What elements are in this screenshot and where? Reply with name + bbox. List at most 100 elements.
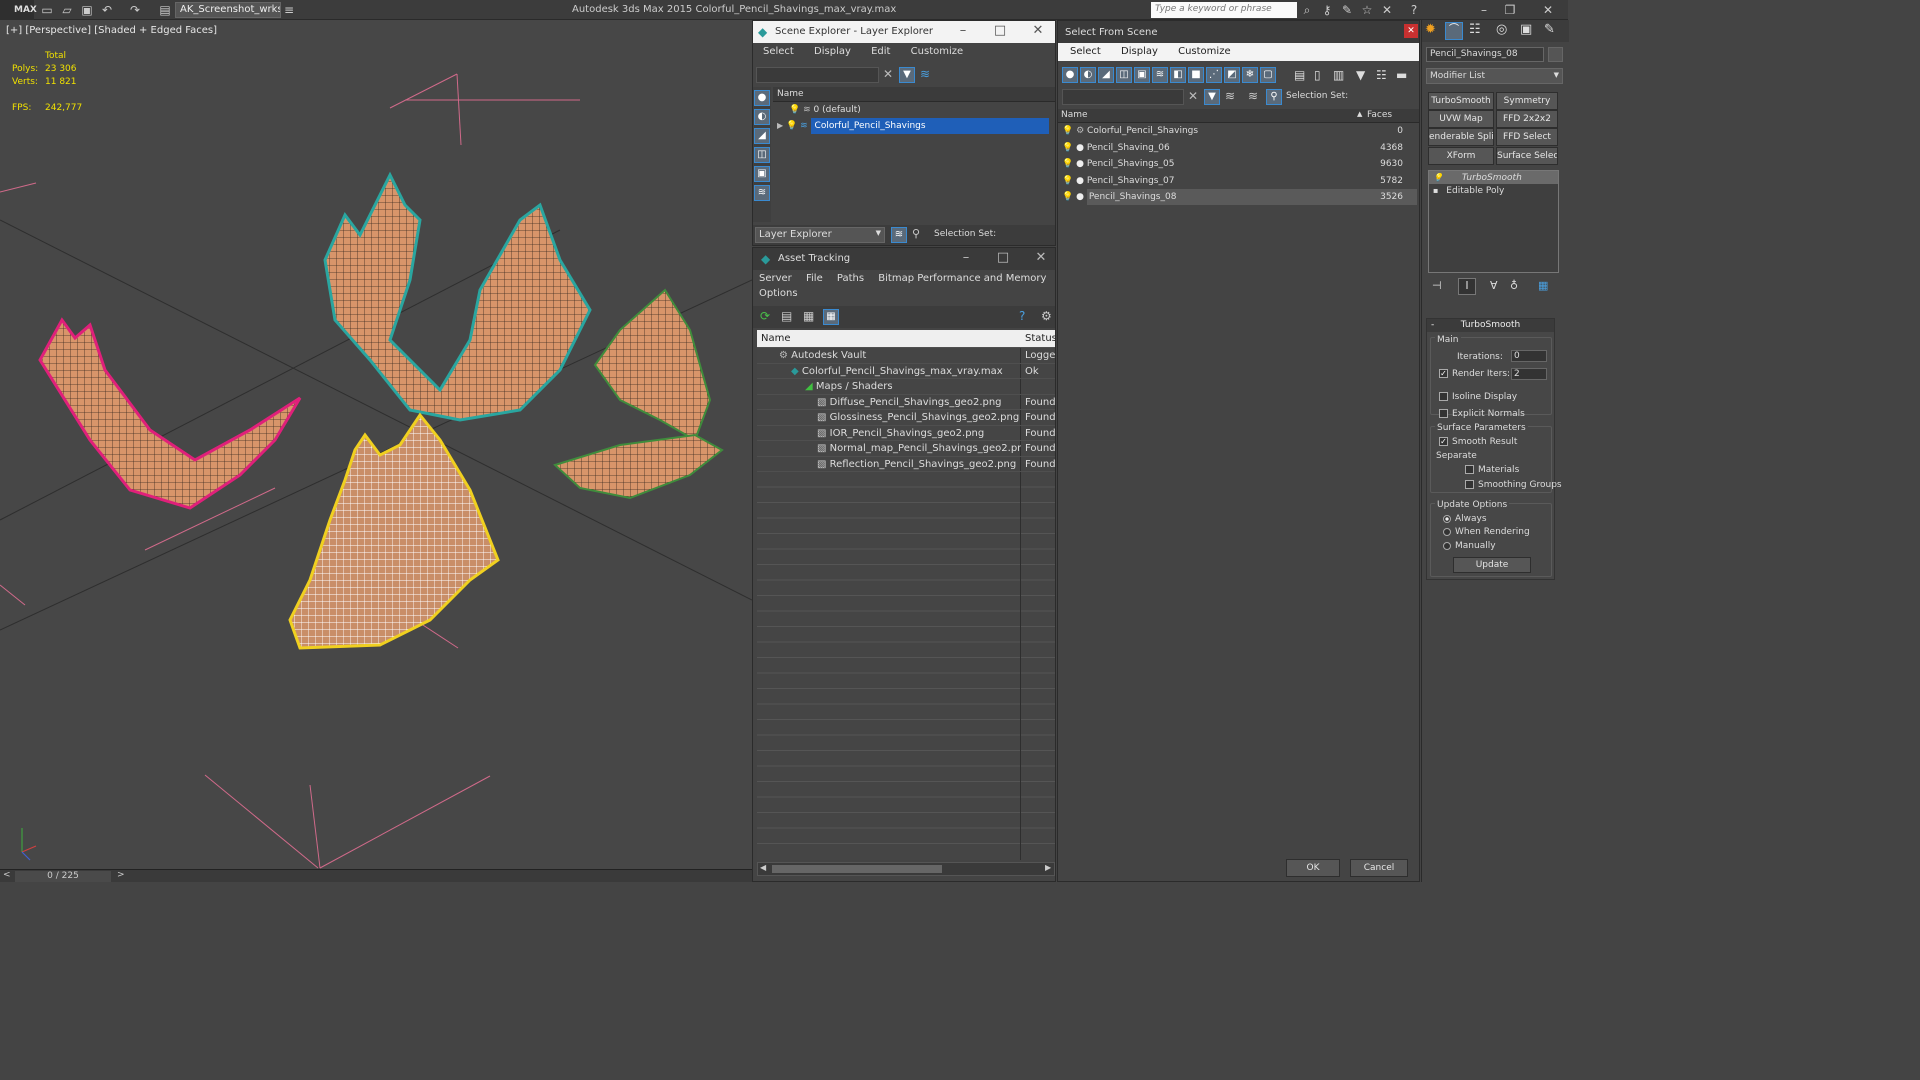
settings-icon[interactable]: ⚙	[1041, 309, 1052, 323]
make-unique-icon[interactable]: ∀	[1490, 279, 1498, 292]
create-tab-icon[interactable]: ✹	[1425, 22, 1436, 37]
object-row[interactable]: 💡 ● Pencil_Shavings_08 3526	[1058, 189, 1419, 206]
help-icon[interactable]: ?	[1019, 309, 1025, 323]
ok-button[interactable]: OK	[1286, 859, 1340, 877]
object-row[interactable]: 💡 ● Pencil_Shavings_07 5782	[1058, 173, 1419, 190]
binoculars-icon[interactable]: ⌕	[1299, 3, 1315, 17]
sort-ascending-icon[interactable]: ▲	[1357, 110, 1362, 118]
when-rendering-radio[interactable]	[1443, 527, 1451, 536]
menu-select[interactable]: Select	[763, 46, 794, 57]
frame-indicator[interactable]: 0 / 225	[15, 871, 111, 882]
light-bulb-icon[interactable]: 💡	[1062, 126, 1073, 136]
xform-button[interactable]: XForm	[1428, 147, 1494, 165]
close-icon[interactable]: ✕	[1028, 23, 1048, 38]
materials-checkbox[interactable]	[1465, 465, 1474, 474]
scene-explorer-search[interactable]	[756, 67, 879, 83]
turbosmooth-button[interactable]: TurboSmooth	[1428, 92, 1494, 110]
utilities-tab-icon[interactable]: ✎	[1544, 22, 1555, 37]
menu-file[interactable]: File	[806, 273, 823, 284]
light-bulb-icon[interactable]: 💡	[786, 121, 797, 131]
symmetry-button[interactable]: Symmetry	[1496, 92, 1558, 110]
show-end-result-icon[interactable]: Ⅰ	[1458, 278, 1476, 295]
thumbnail-icon[interactable]: ▦	[803, 309, 814, 323]
layer-icon[interactable]: ≋	[1225, 89, 1235, 103]
collapse-icon[interactable]: -	[1431, 319, 1434, 332]
object-row[interactable]: 💡 ● Pencil_Shavings_05 9630	[1058, 156, 1419, 173]
iterations-spinner[interactable]: 0	[1511, 350, 1547, 362]
maximize-icon[interactable]: □	[993, 250, 1013, 265]
menu-display[interactable]: Display	[1121, 46, 1158, 57]
motion-tab-icon[interactable]: ◎	[1496, 22, 1507, 37]
object-row[interactable]: 💡 ⚙ Colorful_Pencil_Shavings 0	[1058, 123, 1419, 140]
tools-icon[interactable]: ✎	[1339, 3, 1355, 17]
clear-search-icon[interactable]: ✕	[883, 67, 893, 81]
table-row[interactable]: ⚙ Autodesk Vault Logged	[757, 348, 1055, 364]
column-name-header[interactable]: Name	[1061, 110, 1088, 120]
smoothing-groups-checkbox[interactable]	[1465, 480, 1474, 489]
layer-list-header[interactable]: Name	[773, 87, 1055, 102]
scroll-left-icon[interactable]: ◀	[760, 863, 766, 872]
menu-display[interactable]: Display	[814, 46, 851, 57]
cancel-button[interactable]: Cancel	[1350, 859, 1408, 877]
display-tab-icon[interactable]: ▣	[1520, 22, 1532, 37]
filter-icon[interactable]: ▼	[1204, 89, 1220, 105]
table-view-icon[interactable]: ▦	[823, 309, 839, 325]
stack-item-editable-poly[interactable]: ▪ Editable Poly	[1429, 184, 1558, 197]
collapse-icon[interactable]: ▬	[1396, 68, 1407, 82]
display-groups-icon[interactable]: ◧	[1170, 67, 1186, 83]
display-helpers-icon[interactable]: ▣	[1134, 67, 1150, 83]
hierarchy-icon[interactable]: ⚲	[912, 227, 920, 240]
x-tool-icon[interactable]: ✕	[1379, 3, 1395, 17]
display-xrefs-icon[interactable]: ■	[1188, 67, 1204, 83]
display-cameras-icon[interactable]: ◫	[1116, 67, 1132, 83]
display-shapes-icon[interactable]: ◢	[754, 128, 770, 144]
light-bulb-icon[interactable]: 💡	[789, 105, 800, 115]
ffd-2x2x2-button[interactable]: FFD 2x2x2	[1496, 110, 1558, 128]
object-row[interactable]: 💡 ● Pencil_Shaving_06 4368	[1058, 140, 1419, 157]
surface-select-button[interactable]: Surface Select	[1496, 147, 1558, 165]
table-row[interactable]: ▧ Glossiness_Pencil_Shavings_geo2.png Fou…	[757, 410, 1055, 426]
select-from-scene-titlebar[interactable]: Select From Scene ✕	[1058, 21, 1419, 43]
list-view-icon[interactable]: ▤	[781, 309, 792, 323]
filter-icon[interactable]: ▼	[899, 67, 915, 83]
object-name-field[interactable]: Pencil_Shavings_08	[1426, 47, 1544, 62]
prev-frame-button[interactable]: <	[3, 870, 11, 880]
menu-paths[interactable]: Paths	[837, 273, 864, 284]
project-icon[interactable]: ▤	[158, 3, 172, 17]
table-row[interactable]: ▧ IOR_Pencil_Shavings_geo2.png Found	[757, 426, 1055, 441]
save-icon[interactable]: ▣	[80, 3, 94, 17]
display-spacewarps-icon[interactable]: ≋	[1152, 67, 1168, 83]
restore-icon[interactable]: ❐	[1502, 3, 1518, 17]
modify-tab-icon[interactable]: ⌒	[1445, 22, 1463, 40]
menu-server[interactable]: Server	[759, 273, 792, 284]
menu-select[interactable]: Select	[1070, 46, 1101, 57]
select-invert-icon[interactable]: ▥	[1333, 68, 1344, 82]
smooth-result-checkbox[interactable]: ✓	[1439, 437, 1448, 446]
layer-mode-icon[interactable]: ≋	[891, 227, 907, 243]
horizontal-scrollbar[interactable]: ◀ ▶	[757, 862, 1055, 876]
light-bulb-icon[interactable]: 💡	[1062, 143, 1073, 153]
open-file-icon[interactable]: ▱	[60, 3, 74, 17]
manually-radio[interactable]	[1443, 541, 1451, 550]
scene-explorer-titlebar[interactable]: ◆ Scene Explorer - Layer Explorer – □ ✕	[753, 21, 1055, 43]
remove-modifier-icon[interactable]: ♁	[1510, 279, 1518, 292]
explicit-normals-checkbox[interactable]	[1439, 409, 1448, 418]
expand-arrow-icon[interactable]: ▶	[777, 121, 783, 130]
layers-icon[interactable]: ≋	[920, 67, 930, 81]
render-iters-spinner[interactable]: 2	[1511, 368, 1547, 380]
renderable-spline-button[interactable]: enderable Splin	[1428, 128, 1494, 146]
next-frame-button[interactable]: >	[117, 870, 125, 880]
column-name-header[interactable]: Name	[757, 330, 1021, 348]
find-input[interactable]	[1062, 89, 1184, 105]
update-button[interactable]: Update	[1453, 557, 1531, 573]
layer-mode-icon[interactable]: ⚲	[1266, 89, 1282, 105]
object-color-swatch[interactable]	[1548, 47, 1563, 62]
perspective-viewport[interactable]: [+] [Perspective] [Shaded + Edged Faces]…	[0, 20, 752, 869]
asset-tracking-titlebar[interactable]: ◆ Asset Tracking – □ ✕	[753, 248, 1055, 270]
column-status-header[interactable]: Status	[1025, 330, 1055, 348]
table-row[interactable]: ◢ Maps / Shaders	[757, 379, 1055, 395]
display-frozen-icon[interactable]: ❄	[1242, 67, 1258, 83]
column-faces-header[interactable]: Faces	[1367, 110, 1392, 120]
menu-options[interactable]: Options	[759, 288, 798, 299]
menu-bitmap-performance[interactable]: Bitmap Performance and Memory	[878, 273, 1046, 284]
